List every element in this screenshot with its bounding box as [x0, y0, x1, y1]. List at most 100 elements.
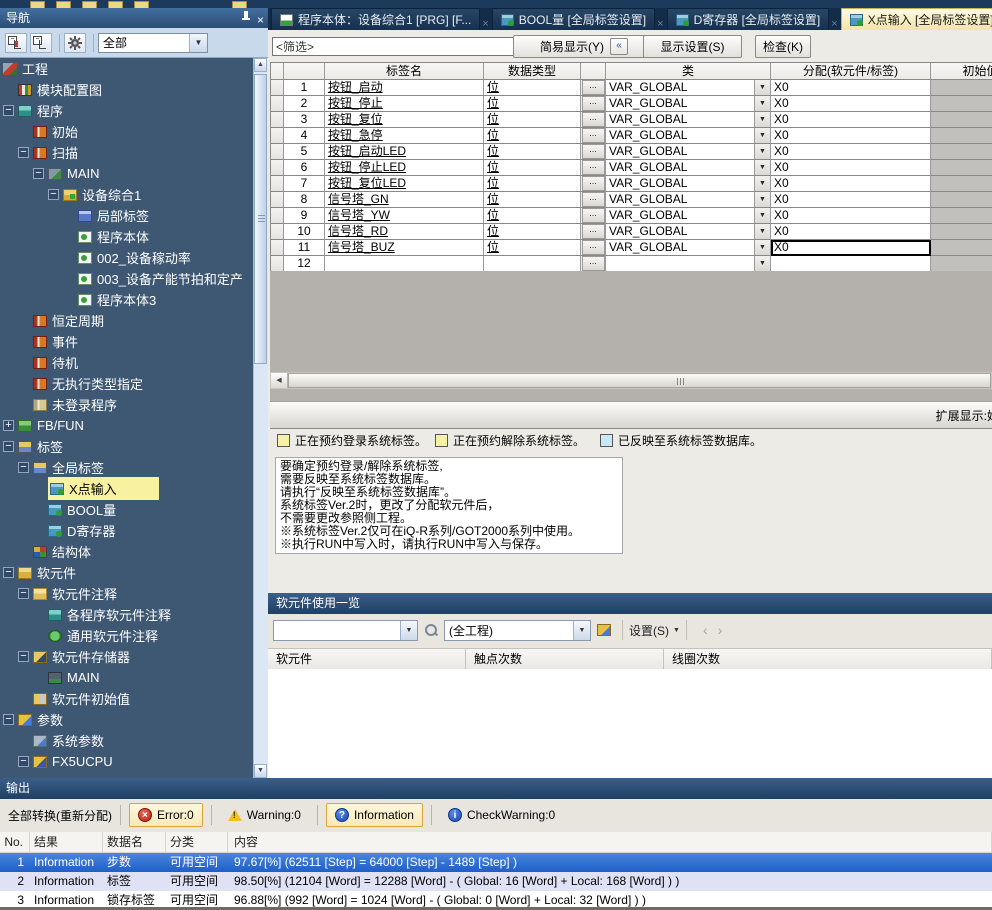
scrollbar-thumb[interactable]: [288, 373, 991, 388]
tab-close-icon[interactable]: ×: [831, 18, 837, 30]
scroll-left-icon[interactable]: ◀: [271, 373, 288, 388]
tree-item-fixed-cycle[interactable]: 恒定周期: [0, 310, 268, 331]
tree-expander-icon[interactable]: −: [18, 147, 29, 158]
error-filter-button[interactable]: × Error:0: [129, 803, 203, 827]
tree-item-x-input[interactable]: X点输入: [0, 478, 268, 499]
chevron-down-icon[interactable]: ▼: [400, 621, 417, 640]
tree-display-mode-icon[interactable]: −: [5, 33, 27, 53]
settings-button[interactable]: 设置(S) ▼: [629, 622, 680, 639]
output-row-selected[interactable]: 1 Information 步数 可用空间 97.67[%] (62511 [S…: [0, 853, 992, 872]
tree-item-global-label[interactable]: −全局标签: [0, 457, 268, 478]
col-header-device[interactable]: 软元件: [268, 649, 466, 670]
dropdown-arrow-icon[interactable]: ▼: [754, 144, 770, 159]
output-row[interactable]: 2 Information 标签 可用空间 98.50[%] (12104 [W…: [0, 872, 992, 891]
dropdown-arrow-icon[interactable]: ▼: [754, 80, 770, 95]
tab-program-body[interactable]: 程序本体：设备综合1 [PRG] [F...: [271, 8, 480, 30]
chevron-down-icon[interactable]: ▼: [573, 621, 590, 640]
col-header-result[interactable]: 结果: [30, 832, 103, 852]
tree-item-label[interactable]: −标签: [0, 436, 268, 457]
nav-filter-combobox[interactable]: 全部 ▼: [98, 33, 208, 53]
search-icon[interactable]: [424, 623, 438, 637]
dropdown-arrow-icon[interactable]: ▼: [754, 208, 770, 223]
parameter-filter-icon[interactable]: [597, 624, 611, 636]
ellipsis-button[interactable]: ...: [582, 160, 605, 175]
dropdown-arrow-icon[interactable]: ▼: [754, 112, 770, 127]
tree-item-device-combined[interactable]: −设备综合1: [0, 184, 268, 205]
col-header-initial[interactable]: 初始值: [931, 63, 992, 80]
tree-item-device-memory-main[interactable]: MAIN: [0, 667, 268, 688]
tab-close-icon[interactable]: ×: [482, 18, 488, 30]
tree-item-module-config[interactable]: 模块配置图: [0, 79, 268, 100]
next-icon[interactable]: ›: [718, 622, 723, 638]
col-header-assign[interactable]: 分配(软元件/标签): [771, 63, 931, 80]
nav-scrollbar-thumb[interactable]: [254, 74, 267, 364]
col-header-content[interactable]: 内容: [228, 832, 992, 852]
chevron-down-icon[interactable]: ▼: [189, 34, 207, 52]
ellipsis-button[interactable]: ...: [582, 176, 605, 191]
tree-item-no-exec-type[interactable]: 无执行类型指定: [0, 373, 268, 394]
tree-expander-icon[interactable]: −: [3, 567, 14, 578]
prev-icon[interactable]: ‹: [703, 622, 708, 638]
dropdown-arrow-icon[interactable]: ▼: [754, 192, 770, 207]
simple-display-button[interactable]: 简易显示(Y) «: [513, 35, 655, 58]
dropdown-arrow-icon[interactable]: ▼: [754, 240, 770, 255]
tab-close-icon[interactable]: ×: [657, 18, 663, 30]
extended-display-bar[interactable]: 扩展显示:始: [270, 401, 992, 429]
tree-item-program[interactable]: −程序: [0, 100, 268, 121]
tree-item-common-comment[interactable]: 通用软元件注释: [0, 625, 268, 646]
tree-item-initial[interactable]: 初始: [0, 121, 268, 142]
scroll-up-icon[interactable]: ▲: [254, 58, 267, 72]
col-header-label-name[interactable]: 标签名: [325, 63, 484, 80]
tree-item-device-memory[interactable]: −软元件存储器: [0, 646, 268, 667]
tree-item-fx5ucpu[interactable]: −FX5UCPU: [0, 751, 268, 772]
filter-input[interactable]: [272, 37, 514, 56]
tree-item-struct[interactable]: 结构体: [0, 541, 268, 562]
horizontal-scrollbar[interactable]: ◀: [270, 372, 992, 389]
ellipsis-button[interactable]: ...: [582, 240, 605, 255]
tree-item-each-program-comment[interactable]: 各程序软元件注释: [0, 604, 268, 625]
tree-item-main[interactable]: −MAIN: [0, 163, 268, 184]
tab-bool[interactable]: BOOL量 [全局标签设置]: [492, 8, 655, 30]
tree-expander-icon[interactable]: −: [48, 189, 59, 200]
tree-expander-icon[interactable]: −: [18, 588, 29, 599]
dropdown-arrow-icon[interactable]: ▼: [754, 224, 770, 239]
tree-item-program-body[interactable]: 程序本体: [0, 226, 268, 247]
tree-item-local-label[interactable]: 局部标签: [0, 205, 268, 226]
tree-item-project[interactable]: 工程: [0, 58, 268, 79]
tree-item-standby[interactable]: 待机: [0, 352, 268, 373]
dropdown-arrow-icon[interactable]: ▼: [754, 256, 770, 271]
check-button[interactable]: 检查(K): [755, 35, 811, 58]
rebuild-all-button[interactable]: 全部转换(重新分配): [8, 807, 112, 824]
col-header-no[interactable]: No.: [0, 832, 30, 852]
information-filter-button[interactable]: ? Information: [326, 803, 423, 827]
tree-item-parameter[interactable]: −参数: [0, 709, 268, 730]
dropdown-arrow-icon[interactable]: ▼: [754, 176, 770, 191]
close-icon[interactable]: ×: [257, 10, 264, 30]
tree-expander-icon[interactable]: +: [3, 420, 14, 431]
tree-item-device[interactable]: −软元件: [0, 562, 268, 583]
tree-item-device-comment[interactable]: −软元件注释: [0, 583, 268, 604]
ellipsis-button[interactable]: ...: [582, 144, 605, 159]
scroll-down-icon[interactable]: ▼: [254, 764, 267, 778]
ellipsis-button[interactable]: ...: [582, 96, 605, 111]
tree-expander-icon[interactable]: −: [3, 105, 14, 116]
scope-combobox[interactable]: (全工程) ▼: [444, 620, 591, 641]
ellipsis-button[interactable]: ...: [582, 192, 605, 207]
tree-item-fbfun[interactable]: +FB/FUN: [0, 415, 268, 436]
tab-x-input-active[interactable]: X点输入 [全局标签设置]: [841, 8, 992, 30]
col-header-category[interactable]: 分类: [166, 832, 228, 852]
selected-cell[interactable]: X0: [771, 240, 931, 256]
ellipsis-button[interactable]: ...: [582, 80, 605, 95]
ellipsis-button[interactable]: ...: [582, 208, 605, 223]
col-header-contact-count[interactable]: 触点次数: [466, 649, 664, 670]
device-search-combobox[interactable]: ▼: [273, 620, 418, 641]
dropdown-arrow-icon[interactable]: ▼: [754, 160, 770, 175]
ellipsis-button[interactable]: ...: [582, 128, 605, 143]
tree-item-program-body3[interactable]: 程序本体3: [0, 289, 268, 310]
gear-icon[interactable]: [64, 33, 86, 53]
tree-expander-icon[interactable]: −: [3, 441, 14, 452]
ellipsis-button[interactable]: ...: [582, 112, 605, 127]
tree-item-event[interactable]: 事件: [0, 331, 268, 352]
col-header-data-name[interactable]: 数据名: [103, 832, 166, 852]
tree-item-d-register[interactable]: D寄存器: [0, 520, 268, 541]
